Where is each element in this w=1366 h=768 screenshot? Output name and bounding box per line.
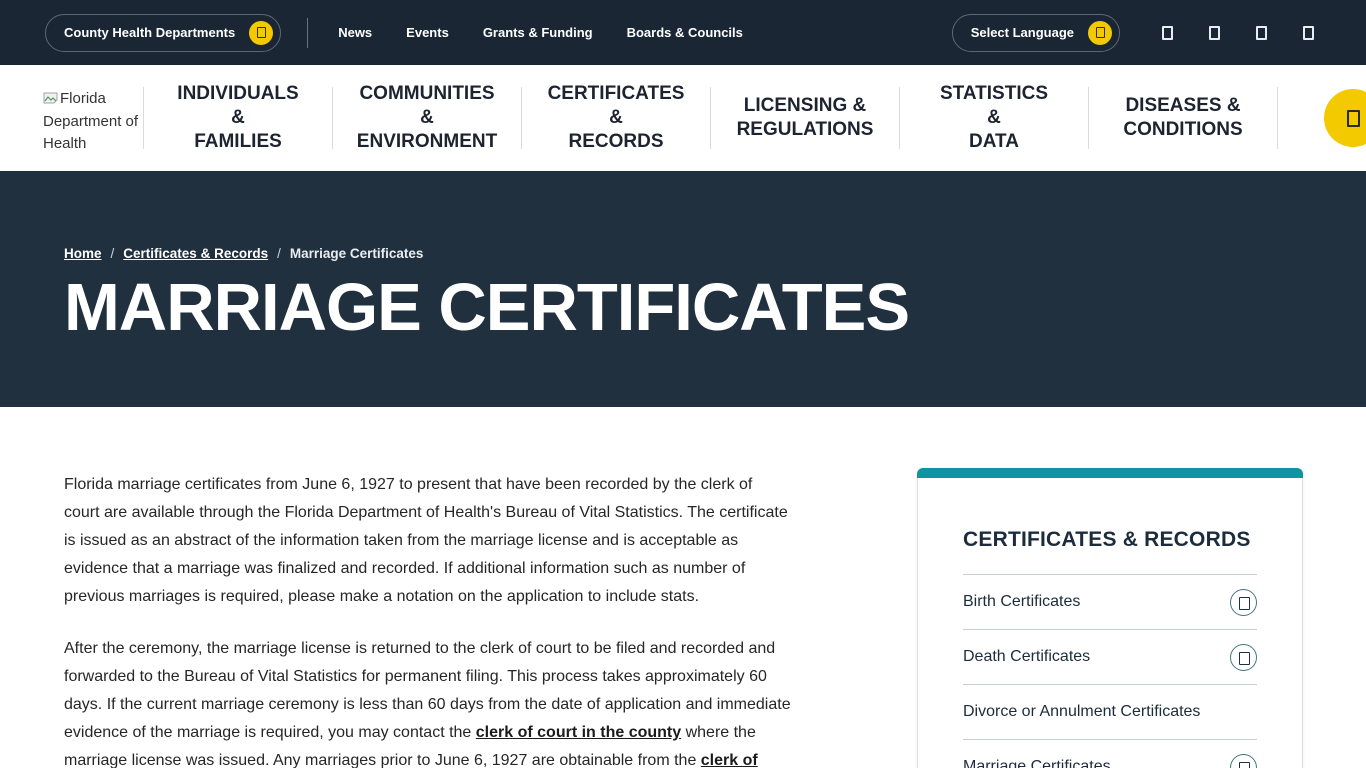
sidebar-item-birth-certificates[interactable]: Birth Certificates (963, 574, 1257, 629)
expand-icon[interactable] (1230, 754, 1257, 768)
social-icon-2[interactable] (1209, 26, 1220, 40)
search-icon (1347, 110, 1360, 127)
expand-icon[interactable] (1230, 644, 1257, 671)
breadcrumb-home[interactable]: Home (64, 246, 102, 261)
certificates-records-card: CERTIFICATES & RECORDS Birth Certificate… (917, 468, 1303, 768)
page-content: Florida marriage certificates from June … (0, 407, 1366, 768)
select-language-button[interactable]: Select Language (952, 14, 1120, 52)
clerk-of-court-county-link[interactable]: clerk of court in the county (476, 724, 681, 741)
sidebar-item-divorce-annulment-certificates[interactable]: Divorce or Annulment Certificates (963, 684, 1257, 739)
hero-banner: Home / Certificates & Records / Marriage… (0, 171, 1366, 407)
breadcrumb: Home / Certificates & Records / Marriage… (64, 246, 1366, 261)
card-title: CERTIFICATES & RECORDS (963, 528, 1257, 552)
nav-item-individuals-families[interactable]: INDIVIDUALS & FAMILIES (144, 82, 332, 154)
topbar-link-news[interactable]: News (338, 25, 372, 40)
topbar-divider (307, 18, 308, 48)
sidebar-item-marriage-certificates[interactable]: Marriage Certificates (963, 739, 1257, 768)
nav-divider (1277, 87, 1278, 149)
card-accent-bar (917, 468, 1303, 478)
top-utility-bar: County Health Departments News Events Gr… (0, 0, 1366, 65)
broken-image-icon (43, 92, 58, 105)
county-dropdown-icon (249, 21, 273, 45)
sidebar-item-label: Marriage Certificates (963, 758, 1111, 768)
search-button[interactable] (1324, 89, 1366, 147)
topbar-links: News Events Grants & Funding Boards & Co… (338, 25, 743, 40)
main-navigation: Florida Department of Health INDIVIDUALS… (0, 65, 1366, 171)
paragraph-intro: Florida marriage certificates from June … (64, 471, 792, 611)
nav-item-licensing-regulations[interactable]: LICENSING & REGULATIONS (711, 94, 899, 142)
social-icons (1162, 26, 1314, 40)
nav-item-diseases-conditions[interactable]: DISEASES & CONDITIONS (1089, 94, 1277, 142)
language-globe-icon (1088, 21, 1112, 45)
county-health-departments-button[interactable]: County Health Departments (45, 14, 281, 52)
nav-item-statistics-data[interactable]: STATISTICS & DATA (900, 82, 1088, 154)
expand-icon[interactable] (1230, 589, 1257, 616)
social-icon-3[interactable] (1256, 26, 1267, 40)
breadcrumb-certificates-records[interactable]: Certificates & Records (123, 246, 268, 261)
topbar-link-events[interactable]: Events (406, 25, 449, 40)
topbar-link-boards-councils[interactable]: Boards & Councils (627, 25, 743, 40)
page-title: MARRIAGE CERTIFICATES (64, 274, 1366, 341)
nav-item-certificates-records[interactable]: CERTIFICATES & RECORDS (522, 82, 710, 154)
sidebar-item-label: Death Certificates (963, 648, 1090, 666)
sidebar-item-label: Divorce or Annulment Certificates (963, 703, 1200, 721)
clerk-of-link[interactable]: clerk of (701, 752, 758, 768)
article-body: Florida marriage certificates from June … (64, 471, 792, 768)
breadcrumb-separator: / (111, 246, 115, 261)
nav-item-communities-environment[interactable]: COMMUNITIES & ENVIRONMENT (333, 82, 521, 154)
social-icon-1[interactable] (1162, 26, 1173, 40)
breadcrumb-current-page: Marriage Certificates (290, 246, 424, 261)
logo[interactable]: Florida Department of Health (43, 88, 143, 148)
sidebar-item-death-certificates[interactable]: Death Certificates (963, 629, 1257, 684)
sidebar-item-label: Birth Certificates (963, 593, 1080, 611)
select-language-label: Select Language (971, 25, 1074, 40)
paragraph-process: After the ceremony, the marriage license… (64, 635, 792, 768)
social-icon-4[interactable] (1303, 26, 1314, 40)
breadcrumb-separator: / (277, 246, 281, 261)
topbar-link-grants-funding[interactable]: Grants & Funding (483, 25, 593, 40)
county-health-departments-label: County Health Departments (64, 25, 235, 40)
